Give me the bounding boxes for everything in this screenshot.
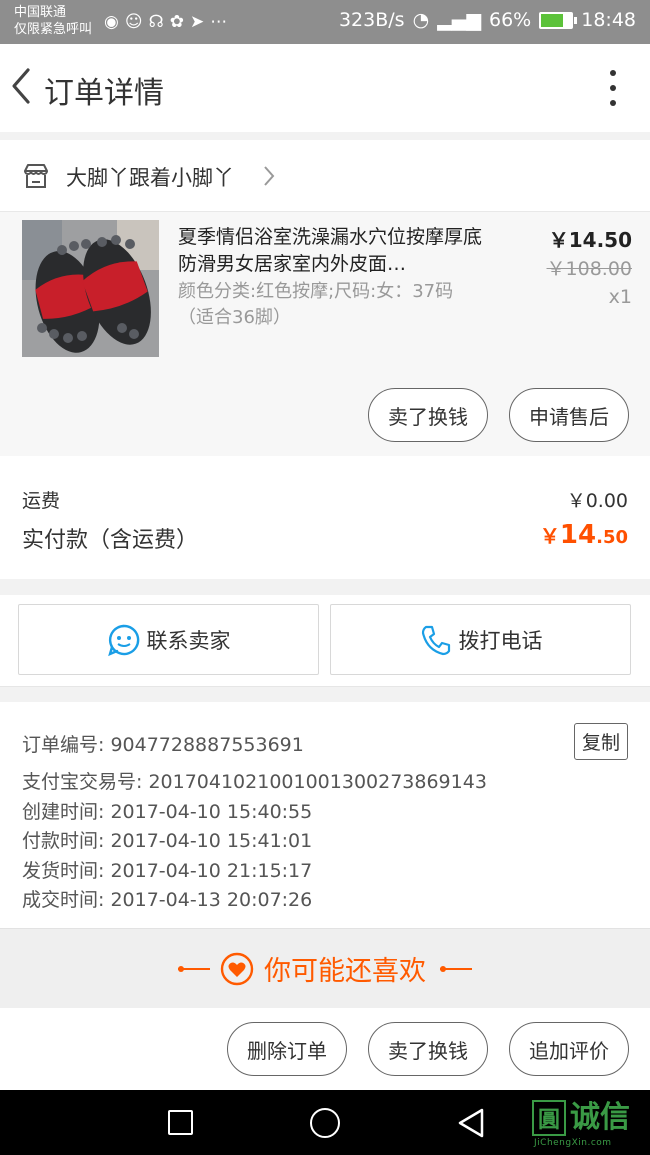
recommend-title: 你可能还喜欢 [264, 956, 426, 987]
product-thumbnail[interactable] [22, 220, 159, 357]
voice-icon: ◉ [104, 12, 125, 32]
watermark-url: JiChengXin.com [534, 1138, 612, 1148]
contact-bar: 联系卖家 拨打电话 [0, 595, 650, 687]
paid-integer: 14 [559, 520, 597, 550]
order-number: 订单编号: 9047728887553691 [22, 734, 304, 756]
battery-icon [539, 11, 578, 29]
shop-name: 大脚丫跟着小脚丫 [66, 166, 234, 190]
back-button[interactable] [8, 66, 38, 106]
headset-icon: ☊ [148, 12, 170, 32]
copy-button[interactable]: 复制 [574, 723, 628, 760]
clock: 18:48 [581, 9, 636, 31]
phone-icon [421, 625, 450, 655]
more-dot-icon [610, 70, 616, 76]
face-icon: ☺ [124, 12, 149, 32]
chevron-left-icon [12, 68, 30, 104]
emergency-only: 仅限紧急呼叫 [14, 22, 93, 37]
status-bar: 中国联通 仅限紧急呼叫 ◉☺☊✿➤⋯ 323B/s ◔ ▂▄▆ 66% 18:4… [0, 0, 650, 44]
page-title: 订单详情 [44, 76, 164, 111]
home-button[interactable] [310, 1108, 340, 1138]
send-icon: ➤ [189, 12, 211, 32]
product-sku: 颜色分类:红色按摩;尺码:女：37码（适合36脚） [178, 281, 454, 328]
after-sale-button[interactable]: 申请售后 [509, 388, 629, 442]
payment-summary: 运费 ￥0.00 实付款（含运费） ￥14.50 [0, 456, 650, 579]
alipay-trade-number: 支付宝交易号: 2017041021001001300273869143 [22, 771, 487, 793]
contact-seller-label: 联系卖家 [146, 628, 231, 653]
carrier-info: 中国联通 仅限紧急呼叫 [14, 4, 92, 38]
status-right: 323B/s ◔ ▂▄▆ 66% 18:48 [339, 9, 636, 31]
shipped-time: 发货时间: 2017-04-10 21:15:17 [22, 860, 313, 882]
paid-label: 实付款（含运费） [22, 528, 199, 553]
paid-currency: ￥ [539, 524, 560, 548]
net-speed: 323B/s [338, 9, 405, 31]
system-nav-bar: 圓 诚信 JiChengXin.com [0, 1090, 650, 1155]
paid-amount: ￥14.50 [540, 520, 628, 550]
shop-row[interactable]: 大脚丫跟着小脚丫 [0, 140, 650, 212]
call-phone-button[interactable]: 拨打电话 [330, 604, 631, 675]
add-review-button[interactable]: 追加评价 [509, 1022, 629, 1076]
carrier-name: 中国联通 [14, 5, 67, 20]
watermark-box: 圓 [532, 1100, 566, 1136]
signal-icon: ▂▄▆ [437, 9, 481, 31]
recommend-heading: 你可能还喜欢 [0, 949, 650, 988]
product-title[interactable]: 夏季情侣浴室洗澡漏水穴位按摩厚底防滑男女居家室内外皮面… [178, 224, 484, 278]
paid-time: 付款时间: 2017-04-10 15:41:01 [22, 830, 313, 852]
back-triangle-icon[interactable] [456, 1107, 486, 1139]
watermark-text: 诚信 [570, 1100, 630, 1135]
wifi-icon: ◔ [412, 9, 430, 31]
bottom-action-bar: 删除订单 卖了换钱 追加评价 [0, 1008, 650, 1090]
more-dot-icon [610, 100, 616, 106]
order-info: 订单编号: 9047728887553691 复制 支付宝交易号: 201704… [0, 702, 650, 928]
call-phone-label: 拨打电话 [458, 628, 543, 653]
product-card: 夏季情侣浴室洗澡漏水穴位按摩厚底防滑男女居家室内外皮面… 颜色分类:红色按摩;尺… [0, 212, 650, 456]
more-dot-icon [610, 85, 616, 91]
heart-icon [220, 952, 254, 985]
created-time: 创建时间: 2017-04-10 15:40:55 [22, 801, 313, 823]
sell-button[interactable]: 卖了换钱 [368, 388, 488, 442]
wechat-icon: ✿ [169, 12, 190, 32]
product-original-price: ￥108.00 [546, 258, 632, 280]
product-quantity: x1 [608, 286, 632, 308]
shipping-label: 运费 [22, 490, 61, 512]
divider-left [178, 965, 210, 972]
recents-button[interactable] [168, 1110, 193, 1135]
recommend-section: 你可能还喜欢 [0, 928, 650, 1008]
more-options-button[interactable] [606, 68, 620, 108]
store-icon [24, 164, 48, 188]
battery-percent: 66% [489, 9, 532, 31]
product-price: ￥14.50 [548, 228, 632, 252]
shipping-value: ￥0.00 [566, 490, 628, 512]
completed-time: 成交时间: 2017-04-13 20:07:26 [22, 889, 313, 911]
paid-decimal: .50 [596, 527, 628, 548]
more-notifications-icon: ⋯ [210, 12, 234, 32]
sell-button-bottom[interactable]: 卖了换钱 [368, 1022, 488, 1076]
nav-bar: 订单详情 [0, 44, 650, 132]
divider-right [440, 965, 472, 972]
delete-order-button[interactable]: 删除订单 [227, 1022, 347, 1076]
chevron-right-icon [264, 166, 275, 186]
contact-seller-button[interactable]: 联系卖家 [18, 604, 319, 675]
notification-icons: ◉☺☊✿➤⋯ [104, 12, 233, 32]
chat-face-icon [107, 624, 139, 656]
watermark-logo: 圓 诚信 JiChengXin.com [532, 1100, 630, 1148]
slipper-image [22, 220, 159, 357]
